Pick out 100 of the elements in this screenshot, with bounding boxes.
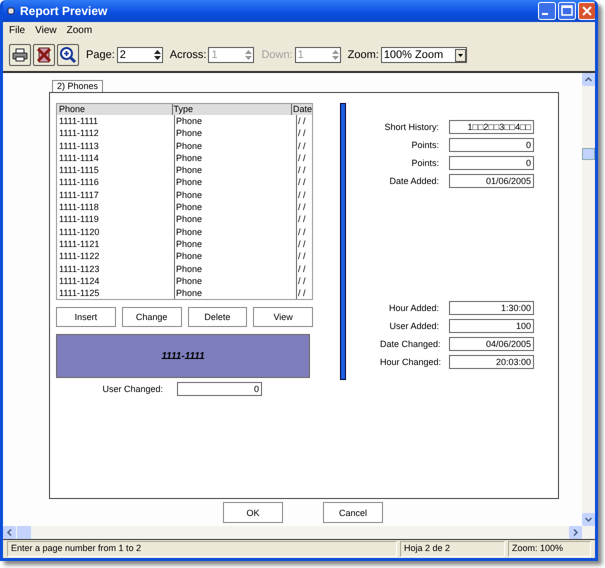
value-field: 01/06/2005 [449, 174, 534, 188]
table-cell: Phone [174, 238, 296, 250]
value-field: 04/06/2005 [449, 337, 534, 351]
table-cell: / / [296, 238, 312, 250]
table-cell: / / [296, 140, 312, 152]
scroll-right-icon[interactable] [569, 526, 582, 539]
table-cell: Phone [174, 152, 296, 164]
spin-field[interactable]: 2 [116, 47, 163, 63]
scroll-up-icon[interactable] [582, 73, 595, 86]
column-header[interactable]: Phone [57, 104, 172, 115]
field-label: Hour Added: [388, 303, 439, 313]
table-cell: / / [296, 213, 312, 226]
table-cell: / / [296, 152, 312, 164]
table-cell-text: 1111-1117 [58, 188, 100, 202]
status-panel: Zoom: 100% [508, 541, 591, 557]
field-label: Points: [410, 158, 439, 168]
table-cell: Phone [174, 188, 296, 202]
table-cell: / / [296, 164, 312, 176]
value-field: 0 [177, 382, 262, 396]
status-panel: Hoja 2 de 2 [400, 541, 505, 557]
table-cell: / / [296, 176, 312, 189]
field-label: Hour Changed: [380, 357, 439, 367]
table-cell: Phone [174, 213, 296, 226]
table-cell-text: 1111-1114 [58, 152, 100, 164]
app-icon [7, 7, 15, 15]
close-report-button[interactable] [33, 44, 55, 66]
table-cell: Phone [174, 274, 296, 288]
table-cell: / / [296, 127, 312, 140]
table-cell-text: 1111-1120 [58, 226, 100, 238]
value-field: 20:03:00 [449, 355, 534, 369]
table-cell-text: 1111-1119 [58, 213, 100, 226]
table-cell-text: 1111-1116 [58, 176, 100, 189]
table-cell: Phone [174, 164, 296, 176]
field-label: User Changed: [101, 384, 163, 394]
table-cell-text: 1111-1123 [58, 262, 100, 275]
scroll-left-icon[interactable] [3, 526, 16, 539]
value-field: 0 [449, 156, 534, 170]
banner-text: 1111-1111 [161, 350, 205, 362]
table-cell: Phone [174, 140, 296, 152]
table-cell: Phone [174, 201, 296, 214]
field-label: Points: [410, 140, 439, 150]
table-cell-text: 1111-1121 [58, 238, 100, 250]
action-button[interactable]: Change [122, 307, 182, 327]
table-cell: Phone [174, 176, 296, 189]
table-cell: / / [296, 250, 312, 263]
field-label: Short History: [383, 122, 439, 132]
print-button[interactable] [9, 44, 31, 66]
table-cell: Phone [174, 226, 296, 238]
spin-arrows-icon[interactable] [152, 48, 162, 62]
table-cell: / / [296, 201, 312, 214]
field-label: User Added: [388, 321, 439, 331]
action-button[interactable]: Delete [188, 307, 248, 327]
menu-item[interactable]: Zoom [66, 25, 92, 36]
scroll-thumb[interactable] [17, 526, 31, 539]
status-panel: Enter a page number from 1 to 2 [7, 541, 397, 557]
action-button[interactable]: View [253, 307, 313, 327]
field-label: Page: [86, 49, 115, 61]
field-label: Down: [261, 49, 293, 61]
dialog-button[interactable]: Cancel [323, 502, 383, 523]
value-field: 1□□2□□3□□4□□ [449, 120, 534, 134]
column-header[interactable]: Type [172, 104, 291, 115]
menu-item[interactable]: File [9, 25, 26, 36]
dialog-button[interactable]: OK [223, 502, 283, 523]
field-label: Date Added: [388, 176, 439, 186]
horizontal-scrollbar[interactable] [3, 526, 595, 539]
table-cell-text: 1111-1112 [58, 127, 100, 140]
table-cell: / / [296, 188, 312, 202]
zoom-in-button[interactable] [57, 44, 79, 66]
table-cell: / / [296, 262, 312, 275]
menu-item[interactable]: View [35, 25, 57, 36]
value-field: 1:30:00 [449, 301, 534, 315]
window-title: Report Preview [20, 4, 108, 18]
table-cell-text: 1111-1122 [58, 250, 100, 263]
scroll-down-icon[interactable] [582, 513, 595, 526]
table-cell-text: 1111-1111 [58, 115, 100, 128]
table-cell: / / [296, 287, 312, 300]
table-cell: / / [296, 274, 312, 288]
table-cell: Phone [174, 127, 296, 140]
table-cell: / / [296, 226, 312, 238]
zoom-dropdown[interactable]: 100% Zoom [380, 47, 467, 63]
vertical-scrollbar[interactable] [582, 73, 595, 526]
table-cell: / / [296, 115, 312, 128]
value-field: 100 [449, 319, 534, 333]
action-button[interactable]: Insert [56, 307, 116, 327]
close-icon[interactable] [578, 2, 595, 20]
table-cell: Phone [174, 287, 296, 300]
maximize-icon[interactable] [558, 2, 576, 20]
table-cell: Phone [174, 115, 296, 128]
field-label: Date Changed: [380, 339, 439, 349]
field-label: Across: [170, 49, 206, 61]
table-cell-text: 1111-1115 [58, 164, 100, 176]
table-cell: Phone [174, 262, 296, 275]
column-header[interactable]: Date [290, 104, 312, 115]
table-cell-text: 1111-1124 [58, 274, 100, 288]
minimize-icon[interactable] [538, 2, 556, 20]
table-cell: Phone [174, 250, 296, 263]
table-cell-text: 1111-1118 [58, 201, 100, 214]
value-field: 0 [449, 138, 534, 152]
field-label: Zoom: [348, 49, 379, 61]
scroll-thumb[interactable] [582, 148, 595, 160]
